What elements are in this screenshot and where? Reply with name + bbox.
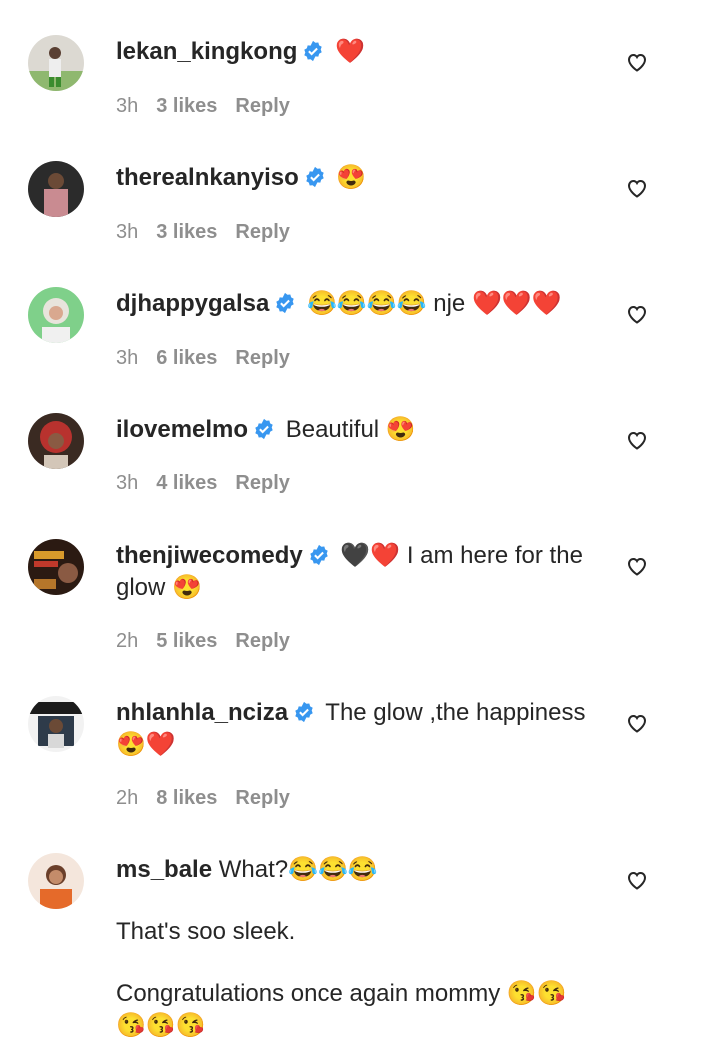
heart-outline-icon[interactable] [625, 428, 649, 452]
likes-count[interactable]: 8 likes [156, 787, 217, 809]
reply-button[interactable]: Reply [235, 787, 289, 809]
comment-text: 😂😂😂😂 nje ❤️❤️❤️ [307, 290, 562, 317]
avatar[interactable] [28, 853, 84, 909]
timestamp: 2h [116, 787, 139, 809]
username[interactable]: lekan_kingkong [116, 38, 297, 65]
verified-badge-icon [310, 544, 328, 566]
username[interactable]: nhlanhla_nciza [116, 699, 288, 726]
reply-button[interactable]: Reply [235, 221, 289, 243]
comment-text: What?😂😂😂 [218, 856, 378, 883]
comment-text-paragraph: Congratulations once again mommy 😘😘😘😘😘 [116, 980, 567, 1039]
heart-outline-icon[interactable] [625, 868, 649, 892]
avatar[interactable] [28, 413, 84, 469]
timestamp: 3h [116, 347, 139, 369]
heart-outline-icon[interactable] [625, 176, 649, 200]
verified-badge-icon [304, 40, 323, 62]
likes-count[interactable]: 3 likes [156, 221, 217, 243]
reply-button[interactable]: Reply [235, 95, 289, 117]
timestamp: 3h [116, 221, 139, 243]
username[interactable]: djhappygalsa [116, 290, 269, 317]
comment-text: 😍 [336, 164, 367, 191]
avatar[interactable] [28, 696, 84, 752]
avatar[interactable] [28, 287, 84, 343]
username[interactable]: ilovemelmo [116, 416, 248, 443]
reply-button[interactable]: Reply [235, 630, 289, 652]
timestamp: 3h [116, 95, 139, 117]
heart-outline-icon[interactable] [625, 554, 649, 578]
reply-button[interactable]: Reply [235, 347, 289, 369]
likes-count[interactable]: 4 likes [156, 472, 217, 494]
heart-outline-icon[interactable] [625, 711, 649, 735]
verified-badge-icon [276, 292, 295, 314]
username[interactable]: ms_bale [116, 856, 212, 883]
username[interactable]: thenjiwecomedy [116, 542, 303, 569]
verified-badge-icon [295, 701, 313, 723]
likes-count[interactable]: 6 likes [156, 347, 217, 369]
avatar[interactable] [28, 539, 84, 595]
comment-text-paragraph: That's soo sleek. [116, 918, 296, 945]
avatar[interactable] [28, 35, 84, 91]
likes-count[interactable]: 3 likes [156, 95, 217, 117]
timestamp: 2h [116, 630, 139, 652]
likes-count[interactable]: 5 likes [156, 630, 217, 652]
comment-text: Beautiful 😍 [285, 416, 416, 443]
verified-badge-icon [306, 166, 324, 188]
timestamp: 3h [116, 472, 139, 494]
reply-button[interactable]: Reply [235, 472, 289, 494]
heart-outline-icon[interactable] [625, 50, 649, 74]
comment-text: ❤️ [335, 38, 365, 65]
avatar[interactable] [28, 161, 84, 217]
username[interactable]: therealnkanyiso [116, 164, 299, 191]
heart-outline-icon[interactable] [625, 302, 649, 326]
verified-badge-icon [255, 418, 273, 440]
